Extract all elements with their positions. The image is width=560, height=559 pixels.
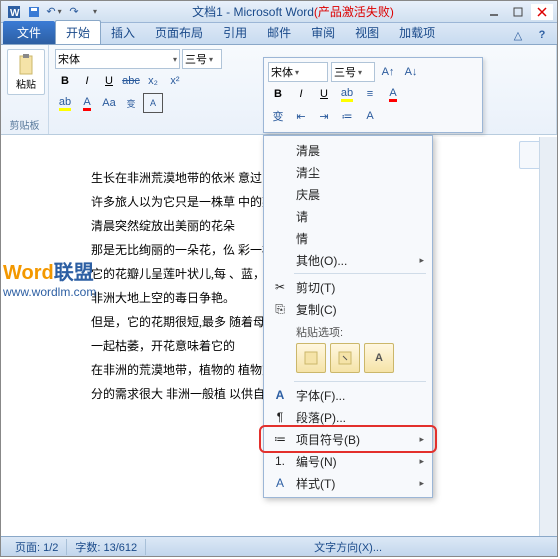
maximize-button[interactable] [507, 4, 529, 20]
app-name: - Microsoft Word [223, 5, 314, 19]
mini-style[interactable]: A [360, 106, 380, 126]
ime-candidate[interactable]: 请 [266, 205, 430, 227]
menu-numbering[interactable]: 1.编号(N) [266, 450, 430, 472]
menu-separator [294, 381, 426, 382]
tab-addins[interactable]: 加载项 [389, 21, 445, 44]
ime-candidate[interactable]: 清晨 [266, 139, 430, 161]
mini-align-center[interactable]: ≡ [360, 84, 380, 104]
redo-icon[interactable]: ↷ [65, 3, 83, 21]
group-clipboard: 粘贴 剪贴板 [1, 45, 49, 134]
vertical-scrollbar[interactable] [539, 137, 557, 536]
mini-font-combo[interactable]: 宋体▾ [268, 62, 328, 82]
mini-font-color[interactable]: A [383, 84, 403, 104]
italic-button[interactable]: I [77, 71, 97, 91]
menu-styles[interactable]: A样式(T) [266, 472, 430, 494]
mini-indent-dec[interactable]: ⇤ [291, 106, 311, 126]
underline-button[interactable]: U [99, 71, 119, 91]
menu-paste-options: 粘贴选项: A [266, 320, 430, 379]
mini-highlight[interactable]: ab [337, 84, 357, 104]
mini-toolbar: 宋体▾ 三号▾ A↑ A↓ B I U ab ≡ A 变 ⇤ ⇥ ≔ A [263, 57, 483, 133]
ime-candidate[interactable]: 清尘 [266, 161, 430, 183]
mini-bold[interactable]: B [268, 84, 288, 104]
tab-file[interactable]: 文件 [3, 21, 55, 44]
mini-size-combo[interactable]: 三号▾ [331, 62, 375, 82]
menu-other[interactable]: 其他(O)... [266, 249, 430, 271]
menu-cut[interactable]: ✂剪切(T) [266, 276, 430, 298]
help-icon[interactable]: ? [533, 26, 551, 44]
paste-label: 粘贴 [16, 76, 36, 91]
status-text-direction[interactable]: 文字方向(X)... [306, 539, 390, 555]
app-window: W ↶▾ ↷ ▾ 文档1 - Microsoft Word(产品激活失败) 文件… [0, 0, 558, 557]
status-page[interactable]: 页面: 1/2 [7, 539, 67, 555]
change-case-button[interactable]: Aa [99, 93, 119, 113]
tab-home[interactable]: 开始 [55, 20, 101, 44]
activation-warning: (产品激活失败) [314, 5, 394, 19]
paste-button[interactable]: 粘贴 [7, 49, 45, 95]
mini-underline[interactable]: U [314, 84, 334, 104]
status-bar: 页面: 1/2 字数: 13/612 文字方向(X)... [1, 536, 557, 556]
save-icon[interactable] [25, 3, 43, 21]
ime-candidate[interactable]: 庆晨 [266, 183, 430, 205]
font-size-combo[interactable]: 三号▾ [182, 49, 222, 69]
paste-keep-formatting[interactable] [296, 343, 326, 373]
paste-options-header: 粘贴选项: [296, 324, 424, 340]
clipboard-icon [16, 54, 36, 76]
tab-references[interactable]: 引用 [213, 21, 257, 44]
context-menu: 清晨 清尘 庆晨 请 情 其他(O)... ✂剪切(T) ⎘复制(C) 粘贴选项… [263, 135, 433, 498]
numbering-icon: 1. [271, 452, 289, 470]
char-border-button[interactable]: A [143, 93, 163, 113]
window-title: 文档1 - Microsoft Word(产品激活失败) [103, 3, 483, 20]
menu-font[interactable]: A字体(F)... [266, 384, 430, 406]
styles-icon: A [271, 474, 289, 492]
window-controls [483, 4, 553, 20]
bold-button[interactable]: B [55, 71, 75, 91]
clipboard-group-label: 剪贴板 [7, 117, 42, 132]
tab-view[interactable]: 视图 [345, 21, 389, 44]
tab-mailings[interactable]: 邮件 [257, 21, 301, 44]
ribbon-tabs: 文件 开始 插入 页面布局 引用 邮件 审阅 视图 加载项 △ ? [1, 23, 557, 45]
word-app-icon[interactable]: W [5, 3, 23, 21]
status-word-count[interactable]: 字数: 13/612 [67, 539, 146, 555]
bullets-icon: ≔ [271, 430, 289, 448]
phonetic-button[interactable]: 变 [121, 93, 141, 113]
qat-more-icon[interactable]: ▾ [85, 3, 103, 21]
mini-bullets[interactable]: ≔ [337, 106, 357, 126]
quick-access-toolbar: W ↶▾ ↷ ▾ [5, 3, 103, 21]
grow-font-icon[interactable]: A↑ [378, 62, 398, 82]
ime-candidate[interactable]: 情 [266, 227, 430, 249]
scissors-icon: ✂ [271, 278, 289, 296]
menu-paragraph[interactable]: ¶段落(P)... [266, 406, 430, 428]
subscript-button[interactable]: x₂ [143, 71, 163, 91]
paste-text-only[interactable]: A [364, 343, 394, 373]
font-dialog-icon: A [271, 386, 289, 404]
superscript-button[interactable]: x² [165, 71, 185, 91]
svg-text:W: W [10, 8, 20, 19]
copy-icon: ⎘ [271, 300, 289, 318]
ribbon-minimize-icon[interactable]: △ [509, 26, 527, 44]
mini-phonetic[interactable]: 变 [268, 106, 288, 126]
menu-copy[interactable]: ⎘复制(C) [266, 298, 430, 320]
tab-review[interactable]: 审阅 [301, 21, 345, 44]
shrink-font-icon[interactable]: A↓ [401, 62, 421, 82]
minimize-button[interactable] [483, 4, 505, 20]
highlight-color-button[interactable]: ab [55, 93, 75, 113]
mini-indent-inc[interactable]: ⇥ [314, 106, 334, 126]
tab-layout[interactable]: 页面布局 [145, 21, 213, 44]
mini-italic[interactable]: I [291, 84, 311, 104]
tab-insert[interactable]: 插入 [101, 21, 145, 44]
strike-button[interactable]: abc [121, 71, 141, 91]
paragraph-icon: ¶ [271, 408, 289, 426]
font-color-button[interactable]: A [77, 93, 97, 113]
doc-name: 文档1 [192, 5, 223, 19]
undo-icon[interactable]: ↶▾ [45, 3, 63, 21]
close-button[interactable] [531, 4, 553, 20]
menu-separator [294, 273, 426, 274]
menu-bullets[interactable]: ≔项目符号(B) [266, 428, 430, 450]
font-name-combo[interactable]: 宋体▾ [55, 49, 180, 69]
paste-merge-formatting[interactable] [330, 343, 360, 373]
